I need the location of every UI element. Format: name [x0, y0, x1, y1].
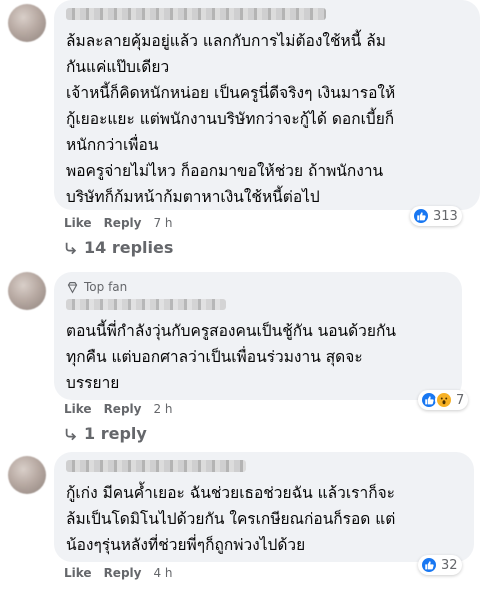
- like-button[interactable]: Like: [64, 216, 92, 230]
- comment-bubble: กู้เก่ง มีคนค้ำเยอะ ฉันช่วยเธอช่วยฉัน แล…: [54, 452, 474, 562]
- author-name-blurred[interactable]: [66, 460, 246, 472]
- avatar[interactable]: [8, 272, 46, 310]
- top-fan-label: Top fan: [84, 280, 128, 294]
- reply-button[interactable]: Reply: [104, 566, 142, 580]
- reaction-count: 7: [456, 392, 465, 408]
- comment-text: กู้เก่ง มีคนค้ำเยอะ ฉันช่วยเธอช่วยฉัน แล…: [66, 484, 396, 554]
- view-replies-button[interactable]: 14 replies: [64, 238, 173, 257]
- reaction-summary[interactable]: 32: [418, 555, 462, 575]
- reply-button[interactable]: Reply: [104, 402, 142, 416]
- timestamp[interactable]: 2 h: [153, 402, 172, 416]
- comment-actions: Like Reply 2 h: [64, 402, 173, 416]
- diamond-icon: [67, 281, 78, 294]
- reaction-summary[interactable]: 7: [418, 390, 469, 410]
- like-button[interactable]: Like: [64, 402, 92, 416]
- comment-actions: Like Reply 7 h: [64, 216, 173, 230]
- like-reaction-icon: [420, 556, 438, 574]
- reply-arrow-icon: [65, 428, 77, 440]
- comment-text: ล้มละลายคุ้มอยู่แล้ว แลกกับการไม่ต้องใช้…: [66, 32, 396, 206]
- author-name-blurred[interactable]: [66, 299, 226, 310]
- timestamp[interactable]: 7 h: [153, 216, 172, 230]
- comment-actions: Like Reply 4 h: [64, 566, 173, 580]
- comment-bubble: ล้มละลายคุ้มอยู่แล้ว แลกกับการไม่ต้องใช้…: [54, 0, 480, 210]
- wow-reaction-icon: [435, 391, 453, 409]
- reply-button[interactable]: Reply: [104, 216, 142, 230]
- replies-count[interactable]: 1 reply: [84, 424, 147, 443]
- view-replies-button[interactable]: 1 reply: [64, 424, 147, 443]
- avatar[interactable]: [8, 4, 46, 42]
- replies-count[interactable]: 14 replies: [84, 238, 173, 257]
- timestamp[interactable]: 4 h: [153, 566, 172, 580]
- like-reaction-icon: [412, 207, 430, 225]
- reaction-summary[interactable]: 313: [410, 206, 462, 226]
- reaction-count: 32: [441, 557, 458, 573]
- comment-text: ตอนนี้พี่กำลังวุ่นกับครูสองคนเป็นชู้กัน …: [66, 322, 396, 392]
- reaction-count: 313: [433, 208, 458, 224]
- top-fan-badge: Top fan: [66, 280, 450, 294]
- reply-arrow-icon: [65, 242, 77, 254]
- author-name-blurred[interactable]: [66, 8, 326, 20]
- comment-bubble: Top fan ตอนนี้พี่กำลังวุ่นกับครูสองคนเป็…: [54, 272, 462, 400]
- avatar[interactable]: [8, 456, 46, 494]
- like-button[interactable]: Like: [64, 566, 92, 580]
